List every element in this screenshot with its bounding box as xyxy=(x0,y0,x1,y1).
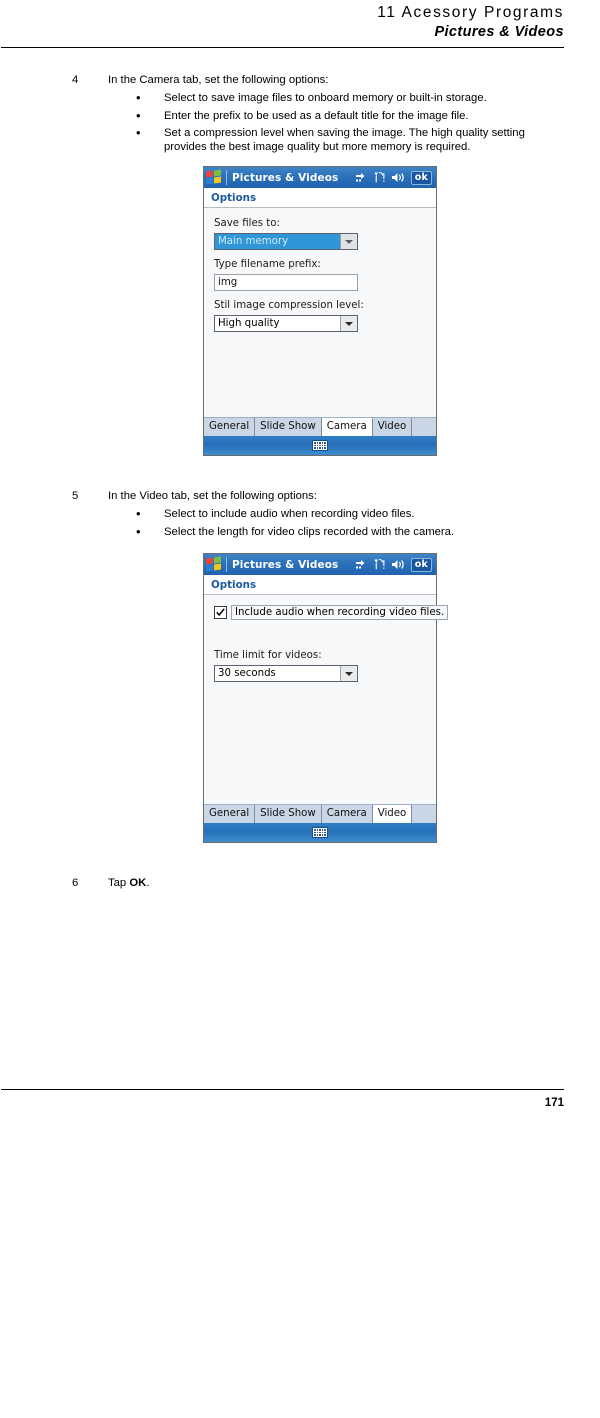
titlebar-divider xyxy=(226,557,227,572)
list-item: • Select the length for video clips reco… xyxy=(108,523,542,540)
tabstrip-filler xyxy=(412,418,436,436)
options-header-label: Options xyxy=(211,578,257,591)
list-item: • Set a compression level when saving th… xyxy=(108,125,542,154)
compression-value: High quality xyxy=(218,318,280,329)
signal-strength-icon[interactable] xyxy=(374,555,385,574)
include-audio-label: Include audio when recording video files… xyxy=(231,605,449,620)
keyboard-icon[interactable] xyxy=(312,440,328,451)
chevron-down-icon[interactable] xyxy=(340,316,357,331)
page-number: 171 xyxy=(544,1097,564,1109)
volume-icon[interactable] xyxy=(391,168,405,187)
bullet-icon: • xyxy=(136,506,141,521)
sip-bar xyxy=(204,436,436,455)
step-6-text-after: . xyxy=(146,877,150,889)
titlebar: Pictures & Videos ok xyxy=(204,167,436,188)
include-audio-checkbox[interactable] xyxy=(214,606,227,619)
ok-button[interactable]: ok xyxy=(410,557,432,572)
time-limit-value: 30 seconds xyxy=(218,668,276,679)
titlebar: Pictures & Videos ok xyxy=(204,554,436,575)
titlebar-title: Pictures & Videos xyxy=(232,171,339,184)
sip-bar xyxy=(204,823,436,842)
tab-video[interactable]: Video xyxy=(372,805,413,823)
filename-prefix-input[interactable]: img xyxy=(214,274,358,291)
list-item-label: Select the length for video clips record… xyxy=(164,525,455,538)
connectivity-icon[interactable] xyxy=(355,555,368,574)
tab-general[interactable]: General xyxy=(204,805,256,823)
signal-strength-icon[interactable] xyxy=(374,168,385,187)
bullet-icon: • xyxy=(136,107,141,123)
titlebar-divider xyxy=(226,170,227,185)
tab-slide-show[interactable]: Slide Show xyxy=(255,805,322,823)
step-4-text: In the Camera tab, set the following opt… xyxy=(108,74,329,86)
step-5-text: In the Video tab, set the following opti… xyxy=(108,490,317,502)
windows-flag-icon xyxy=(206,169,223,185)
time-limit-dropdown[interactable]: 30 seconds xyxy=(214,665,358,682)
list-item-label: Select to save image files to onboard me… xyxy=(164,92,487,104)
save-files-dropdown[interactable]: Main memory xyxy=(214,233,358,250)
step-6-text: Tap OK. xyxy=(108,876,542,890)
step-4-number: 4 xyxy=(72,74,79,86)
tab-slide-show[interactable]: Slide Show xyxy=(255,418,322,436)
windows-flag-icon xyxy=(206,556,223,572)
tab-video[interactable]: Video xyxy=(372,418,413,436)
step-5-bullets: • Select to include audio when recording… xyxy=(108,506,542,540)
chevron-down-icon[interactable] xyxy=(340,234,357,249)
save-files-value: Main memory xyxy=(215,234,340,249)
step-6-text-before: Tap xyxy=(108,877,130,889)
header-chapter-title: 11 Acessory Programs xyxy=(377,4,564,21)
include-audio-row[interactable]: Include audio when recording video files… xyxy=(214,605,449,620)
bullet-icon: • xyxy=(136,125,141,140)
options-header: Options xyxy=(204,575,436,595)
options-header: Options xyxy=(204,188,436,208)
step-5-number: 5 xyxy=(72,490,79,502)
filename-prefix-label: Type filename prefix: xyxy=(214,259,321,270)
compression-dropdown[interactable]: High quality xyxy=(214,315,358,332)
device-screenshot-camera: Pictures & Videos ok Options Save files … xyxy=(203,166,437,456)
list-item: • Select to save image files to onboard … xyxy=(108,90,542,106)
titlebar-title: Pictures & Videos xyxy=(232,558,339,571)
header-divider xyxy=(1,47,564,48)
tabstrip: General Slide Show Camera Video xyxy=(204,417,436,436)
titlebar-status-icons: ok xyxy=(355,168,433,187)
page-header: 11 Acessory Programs Pictures & Videos xyxy=(36,0,564,42)
time-limit-label: Time limit for videos: xyxy=(214,650,322,661)
step-6-text-bold: OK xyxy=(129,877,147,889)
video-options-form: Include audio when recording video files… xyxy=(204,595,449,804)
bullet-icon: • xyxy=(136,523,141,539)
footer-divider xyxy=(1,1089,564,1090)
step-6-number: 6 xyxy=(72,877,79,889)
chevron-down-icon[interactable] xyxy=(340,666,357,681)
list-item-label: Set a compression level when saving the … xyxy=(164,127,525,153)
tab-camera[interactable]: Camera xyxy=(321,418,373,436)
bullet-icon: • xyxy=(136,90,141,105)
volume-icon[interactable] xyxy=(391,555,405,574)
titlebar-status-icons: ok xyxy=(355,555,433,574)
step-4: 4 In the Camera tab, set the following o… xyxy=(72,73,542,158)
header-section-title: Pictures & Videos xyxy=(434,24,564,40)
list-item: • Select to include audio when recording… xyxy=(108,506,542,522)
ok-button[interactable]: ok xyxy=(410,170,432,185)
compression-label: Stil image compression level: xyxy=(214,300,364,311)
tabstrip-filler xyxy=(412,805,436,823)
tab-general[interactable]: General xyxy=(204,418,256,436)
step-6: 6 Tap OK. xyxy=(72,876,542,890)
connectivity-icon[interactable] xyxy=(355,168,368,187)
device-screenshot-video: Pictures & Videos ok Options Include aud… xyxy=(203,553,449,843)
save-files-label: Save files to: xyxy=(214,218,280,229)
tabstrip: General Slide Show Camera Video xyxy=(204,804,436,823)
camera-options-form: Save files to: Main memory Type filename… xyxy=(204,208,436,417)
options-header-label: Options xyxy=(211,191,257,204)
check-icon xyxy=(216,608,225,617)
list-item-label: Enter the prefix to be used as a default… xyxy=(164,109,469,122)
tab-camera[interactable]: Camera xyxy=(321,805,373,823)
keyboard-icon[interactable] xyxy=(312,827,328,838)
step-5: 5 In the Video tab, set the following op… xyxy=(72,489,542,543)
step-4-bullets: • Select to save image files to onboard … xyxy=(108,90,542,154)
list-item-label: Select to include audio when recording v… xyxy=(164,508,415,520)
list-item: • Enter the prefix to be used as a defau… xyxy=(108,107,542,124)
